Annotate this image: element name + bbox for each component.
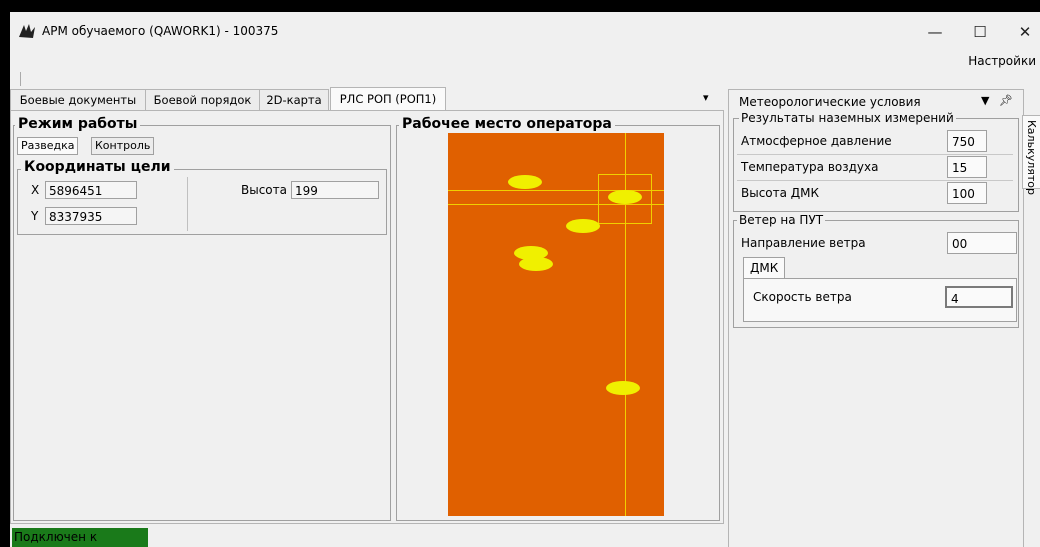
calculator-label: Калькулятор <box>1025 120 1038 195</box>
y-label: Y <box>31 209 39 223</box>
wind-direction-field[interactable]: 00 <box>947 232 1017 254</box>
chevron-down-icon[interactable]: ▼ <box>981 94 989 107</box>
temperature-label: Температура воздуха <box>741 160 879 174</box>
subtab-recon[interactable]: Разведка <box>17 137 79 155</box>
tab-radar-rop[interactable]: РЛС РОП (РОП1) <box>330 87 446 110</box>
maximize-button[interactable]: ☐ <box>960 18 1000 46</box>
wind-speed-label: Скорость ветра <box>753 290 852 304</box>
radar-blip[interactable] <box>519 257 553 271</box>
wind-speed-field[interactable]: 4 <box>945 286 1013 308</box>
tab-dmk[interactable]: ДМК <box>743 257 786 278</box>
meteo-panel: Метеорологические условия ▼ 📌︎ Результат… <box>728 89 1024 547</box>
toolbar-grip <box>20 72 21 86</box>
meteo-header: Метеорологические условия <box>739 95 921 109</box>
close-button[interactable]: ✕ <box>1005 18 1040 46</box>
ground-measurements-title: Результаты наземных измерений <box>739 111 956 125</box>
row-divider <box>737 154 1013 155</box>
menu-settings[interactable]: Настройки <box>968 54 1036 68</box>
wind-direction-label: Направление ветра <box>741 236 866 250</box>
target-coords-title: Координаты цели <box>21 159 174 175</box>
x-field[interactable]: 5896451 <box>45 181 137 199</box>
dmk-height-label: Высота ДМК <box>741 186 820 200</box>
app-logo-icon <box>19 24 35 38</box>
pressure-label: Атмосферное давление <box>741 134 892 148</box>
radar-blip[interactable] <box>566 219 600 233</box>
radar-blip[interactable] <box>606 381 640 395</box>
height-field[interactable]: 199 <box>291 181 379 199</box>
radar-blip[interactable] <box>508 175 542 189</box>
tab-calculator[interactable]: Калькулятор <box>1022 115 1040 195</box>
tabs-dropdown-icon[interactable]: ▾ <box>703 91 709 104</box>
dmk-height-field[interactable]: 100 <box>947 182 987 204</box>
subtab-control[interactable]: Контроль <box>91 137 155 155</box>
window-title: АРМ обучаемого (QAWORK1) - 100375 <box>42 24 279 38</box>
x-label: X <box>31 183 40 197</box>
pin-icon[interactable]: 📌︎ <box>999 94 1013 107</box>
title-bar: АРМ обучаемого (QAWORK1) - 100375 — ☐ ✕ <box>10 12 1040 50</box>
row-divider <box>737 180 1013 181</box>
minimize-button[interactable]: — <box>915 18 955 46</box>
status-badge: Подключен к серверу <box>12 528 148 547</box>
height-label: Высота <box>241 183 287 197</box>
app-window: АРМ обучаемого (QAWORK1) - 100375 — ☐ ✕ … <box>10 12 1040 547</box>
tab-combat-documents[interactable]: Боевые документы <box>10 89 146 110</box>
operator-title: Рабочее место оператора <box>399 116 615 132</box>
temperature-field[interactable]: 15 <box>947 156 987 178</box>
radar-blip[interactable] <box>608 190 642 204</box>
coords-divider <box>187 177 188 231</box>
wind-title: Ветер на ПУТ <box>737 213 826 227</box>
mode-title: Режим работы <box>15 116 141 132</box>
radar-screen[interactable] <box>448 133 664 516</box>
pressure-field[interactable]: 750 <box>947 130 987 152</box>
y-field[interactable]: 8337935 <box>45 207 137 225</box>
tab-combat-order[interactable]: Боевой порядок <box>145 89 260 110</box>
tab-2d-map[interactable]: 2D-карта <box>259 89 329 110</box>
